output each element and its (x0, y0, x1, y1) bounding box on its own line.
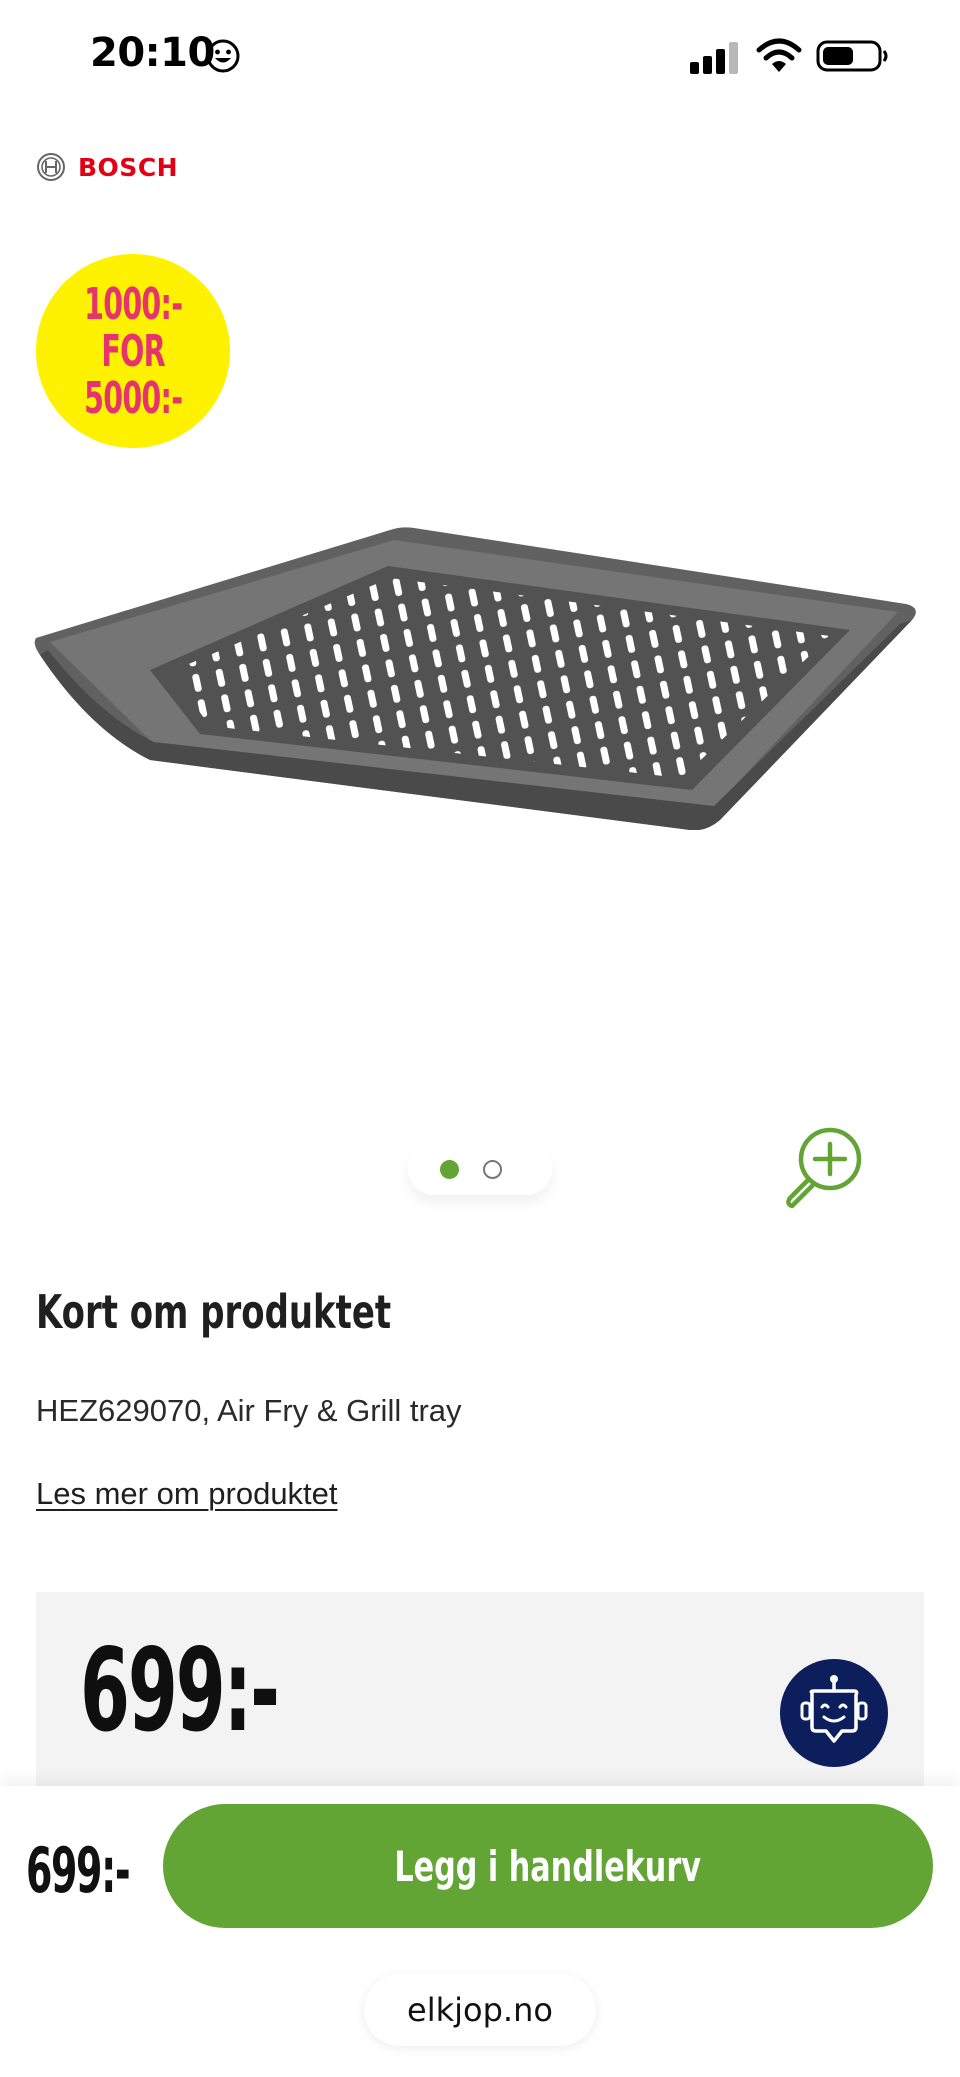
chatbot-button[interactable] (780, 1659, 888, 1767)
promo-line-1: 1000:- (83, 278, 183, 330)
zoom-in-icon (786, 1127, 862, 1209)
status-bar: 20:10 (0, 0, 960, 115)
carousel-indicators (408, 1143, 552, 1195)
carousel-dot-1[interactable] (440, 1160, 459, 1179)
product-description: HEZ629070, Air Fry & Grill tray (36, 1393, 462, 1428)
sticky-price: 699:- (26, 1834, 131, 1907)
read-more-link[interactable]: Les mer om produktet (36, 1476, 338, 1512)
battery-icon (816, 40, 888, 72)
bosch-logo-icon (37, 153, 65, 181)
sticky-cart-bar: 699:- Legg i handlekurv elkjop.no (0, 1786, 960, 2077)
status-time: 20:10 (90, 30, 215, 76)
carousel-dot-2[interactable] (483, 1160, 502, 1179)
promo-line-2: FOR (101, 325, 165, 377)
brand-logo[interactable]: BOSCH (36, 152, 178, 182)
add-to-cart-label: Legg i handlekurv (394, 1841, 702, 1891)
browser-url-bar[interactable]: elkjop.no (364, 1974, 596, 2046)
browser-url-text: elkjop.no (407, 1991, 553, 2029)
wifi-icon (756, 38, 802, 72)
promo-line-3: 5000:- (83, 372, 183, 424)
promo-badge: 1000:- FOR 5000:- (36, 254, 230, 448)
brand-name: BOSCH (78, 152, 179, 182)
product-price: 699:- (80, 1624, 280, 1757)
cellular-signal-icon (690, 42, 738, 74)
zoom-button[interactable] (782, 1126, 868, 1212)
add-to-cart-button[interactable]: Legg i handlekurv (163, 1804, 933, 1928)
price-box: 699:- (36, 1592, 924, 1792)
product-image[interactable] (30, 520, 930, 830)
section-title: Kort om produktet (36, 1285, 392, 1339)
robot-chat-icon (800, 1675, 868, 1743)
smiley-icon (206, 39, 240, 73)
